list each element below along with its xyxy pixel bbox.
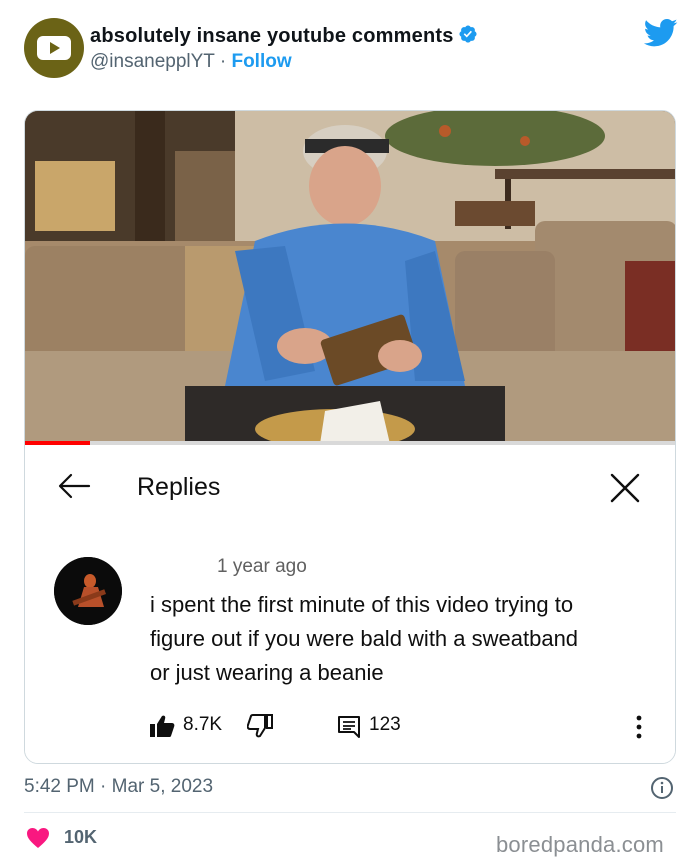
heart-icon[interactable] [26, 827, 50, 849]
reply-comment-icon[interactable] [337, 715, 361, 739]
separator: · [219, 51, 227, 72]
thumbs-up-icon[interactable] [149, 714, 175, 738]
thumbs-down-icon[interactable] [247, 714, 273, 738]
close-icon[interactable] [609, 472, 641, 504]
comment-timestamp: 1 year ago [217, 556, 307, 577]
comment-like-count: 8.7K [183, 714, 223, 735]
comment-action-row: 8.7K 123 [149, 710, 649, 742]
handle-line: @insanepplYT · Follow [90, 51, 292, 73]
youtube-logo-icon [37, 36, 71, 60]
commenter-avatar[interactable] [54, 557, 122, 625]
comment-line: or just wearing a beanie [150, 660, 384, 685]
follow-link[interactable]: Follow [231, 51, 291, 72]
tweet-header: absolutely insane youtube comments @insa… [0, 0, 700, 100]
replies-panel: Replies 1 year ago i spent the first min… [25, 445, 675, 763]
more-options-icon[interactable] [635, 714, 643, 740]
twitter-bird-icon[interactable] [644, 18, 678, 48]
divider [24, 812, 676, 813]
replies-title: Replies [137, 473, 221, 501]
comment-text: i spent the first minute of this video t… [150, 588, 650, 690]
video-frame[interactable] [25, 111, 675, 444]
verified-badge-icon [459, 25, 477, 43]
comment-reply-count: 123 [369, 714, 401, 735]
account-avatar[interactable] [24, 18, 84, 78]
tweet-like-count[interactable]: 10K [64, 827, 97, 848]
back-arrow-icon[interactable] [57, 471, 91, 501]
info-icon[interactable] [650, 776, 674, 800]
tweet-timestamp[interactable]: 5:42 PM · Mar 5, 2023 [24, 776, 213, 798]
video-still-image [25, 111, 675, 444]
account-handle[interactable]: @insanepplYT [90, 51, 215, 72]
watermark: boredpanda.com [496, 832, 664, 857]
account-name[interactable]: absolutely insane youtube comments [90, 24, 478, 48]
tweet-media[interactable]: Replies 1 year ago i spent the first min… [24, 110, 676, 764]
comment-line: i spent the first minute of this video t… [150, 592, 574, 617]
comment-line: figure out if you were bald with a sweat… [150, 626, 579, 651]
